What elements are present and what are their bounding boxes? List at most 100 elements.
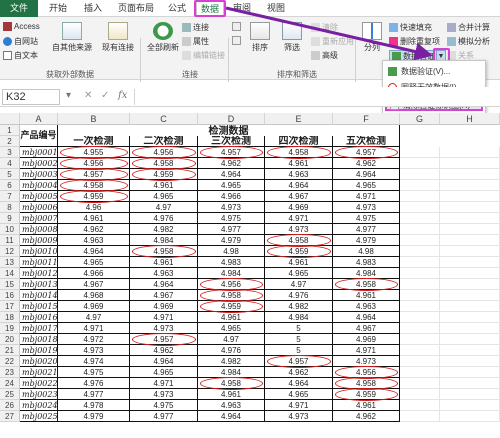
name-box[interactable]: K32: [2, 89, 60, 105]
row-header[interactable]: 17: [0, 301, 20, 312]
measurement-cell[interactable]: 4.984: [265, 312, 333, 323]
enter-icon[interactable]: ✓: [101, 90, 109, 101]
row-header[interactable]: 15: [0, 279, 20, 290]
product-code-cell[interactable]: mbj0025: [20, 411, 58, 422]
measurement-cell[interactable]: 4.961: [265, 257, 333, 268]
empty-cell[interactable]: [440, 147, 500, 158]
edit-links-button[interactable]: 编辑链接: [182, 50, 225, 61]
empty-cell[interactable]: [440, 235, 500, 246]
measurement-cell[interactable]: 4.969: [58, 301, 130, 312]
measurement-cell[interactable]: 4.973: [198, 202, 265, 213]
measurement-cell[interactable]: 4.976: [198, 345, 265, 356]
empty-cell[interactable]: [400, 147, 440, 158]
empty-cell[interactable]: [400, 158, 440, 169]
empty-cell[interactable]: [440, 334, 500, 345]
fx-icon[interactable]: fx: [118, 90, 127, 101]
existing-connections-button[interactable]: 现有连接: [100, 22, 136, 53]
measurement-cell[interactable]: 4.973: [58, 345, 130, 356]
empty-cell[interactable]: [400, 279, 440, 290]
measurement-cell[interactable]: 4.974: [58, 356, 130, 367]
measurement-cell[interactable]: 4.971: [333, 191, 400, 202]
product-code-cell[interactable]: mbj0019: [20, 345, 58, 356]
measurement-cell[interactable]: 4.965: [333, 180, 400, 191]
empty-cell[interactable]: [440, 169, 500, 180]
measurement-cell[interactable]: 4.965: [58, 257, 130, 268]
empty-cell[interactable]: [440, 191, 500, 202]
measurement-cell[interactable]: 4.977: [58, 389, 130, 400]
measurement-cell[interactable]: 4.971: [333, 345, 400, 356]
measurement-cell[interactable]: 4.964: [130, 356, 198, 367]
empty-cell[interactable]: [440, 202, 500, 213]
empty-cell[interactable]: [440, 257, 500, 268]
empty-cell[interactable]: [440, 301, 500, 312]
from-web-button[interactable]: 自网站: [3, 36, 38, 47]
measurement-cell[interactable]: 4.966: [58, 268, 130, 279]
product-code-cell[interactable]: mbj0023: [20, 389, 58, 400]
empty-cell[interactable]: [440, 180, 500, 191]
measurement-cell[interactable]: 4.975: [130, 400, 198, 411]
column-header[interactable]: C: [130, 113, 198, 125]
measurement-cell[interactable]: 4.973: [333, 202, 400, 213]
tab-formulas[interactable]: 公式: [163, 1, 191, 16]
product-code-cell[interactable]: mbj0011: [20, 257, 58, 268]
measurement-cell[interactable]: 4.971: [265, 213, 333, 224]
row-header[interactable]: 23: [0, 367, 20, 378]
measurement-cell[interactable]: 4.975: [58, 367, 130, 378]
row-header[interactable]: 19: [0, 323, 20, 334]
select-all-corner[interactable]: [0, 113, 20, 125]
empty-cell[interactable]: [440, 400, 500, 411]
product-code-cell[interactable]: mbj0005: [20, 191, 58, 202]
row-header[interactable]: 13: [0, 257, 20, 268]
column-header[interactable]: A: [20, 113, 58, 125]
row-header[interactable]: 24: [0, 378, 20, 389]
empty-cell[interactable]: [400, 367, 440, 378]
measurement-cell[interactable]: 4.963: [58, 235, 130, 246]
measurement-cell[interactable]: 4.962: [130, 345, 198, 356]
product-code-cell[interactable]: mbj0017: [20, 323, 58, 334]
empty-cell[interactable]: [440, 279, 500, 290]
row-header[interactable]: 2: [0, 136, 20, 147]
row-header[interactable]: 1: [0, 125, 20, 136]
measurement-cell[interactable]: 4.971: [130, 312, 198, 323]
empty-cell[interactable]: [400, 301, 440, 312]
measurement-cell[interactable]: 4.965: [198, 180, 265, 191]
measurement-cell[interactable]: 4.964: [265, 378, 333, 389]
measurement-cell[interactable]: 4.961: [130, 180, 198, 191]
empty-cell[interactable]: [400, 312, 440, 323]
row-header[interactable]: 16: [0, 290, 20, 301]
consolidate-button[interactable]: 合并计算: [447, 22, 490, 33]
empty-cell[interactable]: [440, 246, 500, 257]
column-header[interactable]: E: [265, 113, 333, 125]
measurement-cell[interactable]: 4.965: [265, 389, 333, 400]
from-text-button[interactable]: 自文本: [3, 50, 38, 61]
measurement-cell[interactable]: 4.961: [198, 312, 265, 323]
measurement-cell[interactable]: 4.975: [333, 213, 400, 224]
measurement-cell[interactable]: 4.961: [130, 257, 198, 268]
reapply-button[interactable]: 重新应用: [311, 36, 354, 47]
measurement-cell[interactable]: 4.964: [58, 246, 130, 257]
tab-view[interactable]: 视图: [262, 1, 290, 16]
column-header[interactable]: F: [333, 113, 400, 125]
measurement-cell[interactable]: 4.969: [130, 301, 198, 312]
empty-cell[interactable]: [400, 323, 440, 334]
row-header[interactable]: 21: [0, 345, 20, 356]
row-header[interactable]: 18: [0, 312, 20, 323]
product-code-cell[interactable]: mbj0009: [20, 235, 58, 246]
measurement-cell[interactable]: 4.964: [198, 169, 265, 180]
measurement-cell[interactable]: 5: [265, 334, 333, 345]
measurement-cell[interactable]: 4.972: [58, 334, 130, 345]
measurement-cell[interactable]: 4.962: [333, 411, 400, 422]
tab-review[interactable]: 审阅: [228, 1, 256, 16]
sort-asc-button[interactable]: [232, 22, 241, 31]
worksheet-grid[interactable]: A B C D E F G H 1 2 3 4 5 6 7 8 9 10 11 12 13 14 15 16 17 18 19 20 2…: [0, 113, 500, 438]
measurement-cell[interactable]: 4.96: [58, 202, 130, 213]
empty-cell[interactable]: [400, 389, 440, 400]
measurement-cell[interactable]: 4.963: [333, 301, 400, 312]
column-header[interactable]: H: [440, 113, 500, 125]
measurement-cell[interactable]: 4.977: [333, 224, 400, 235]
tab-file[interactable]: 文件: [0, 0, 38, 17]
measurement-cell[interactable]: 4.963: [130, 268, 198, 279]
from-other-sources-button[interactable]: 自其他来源: [52, 22, 92, 53]
sort-desc-button[interactable]: [232, 36, 241, 45]
measurement-cell[interactable]: 4.965: [130, 191, 198, 202]
